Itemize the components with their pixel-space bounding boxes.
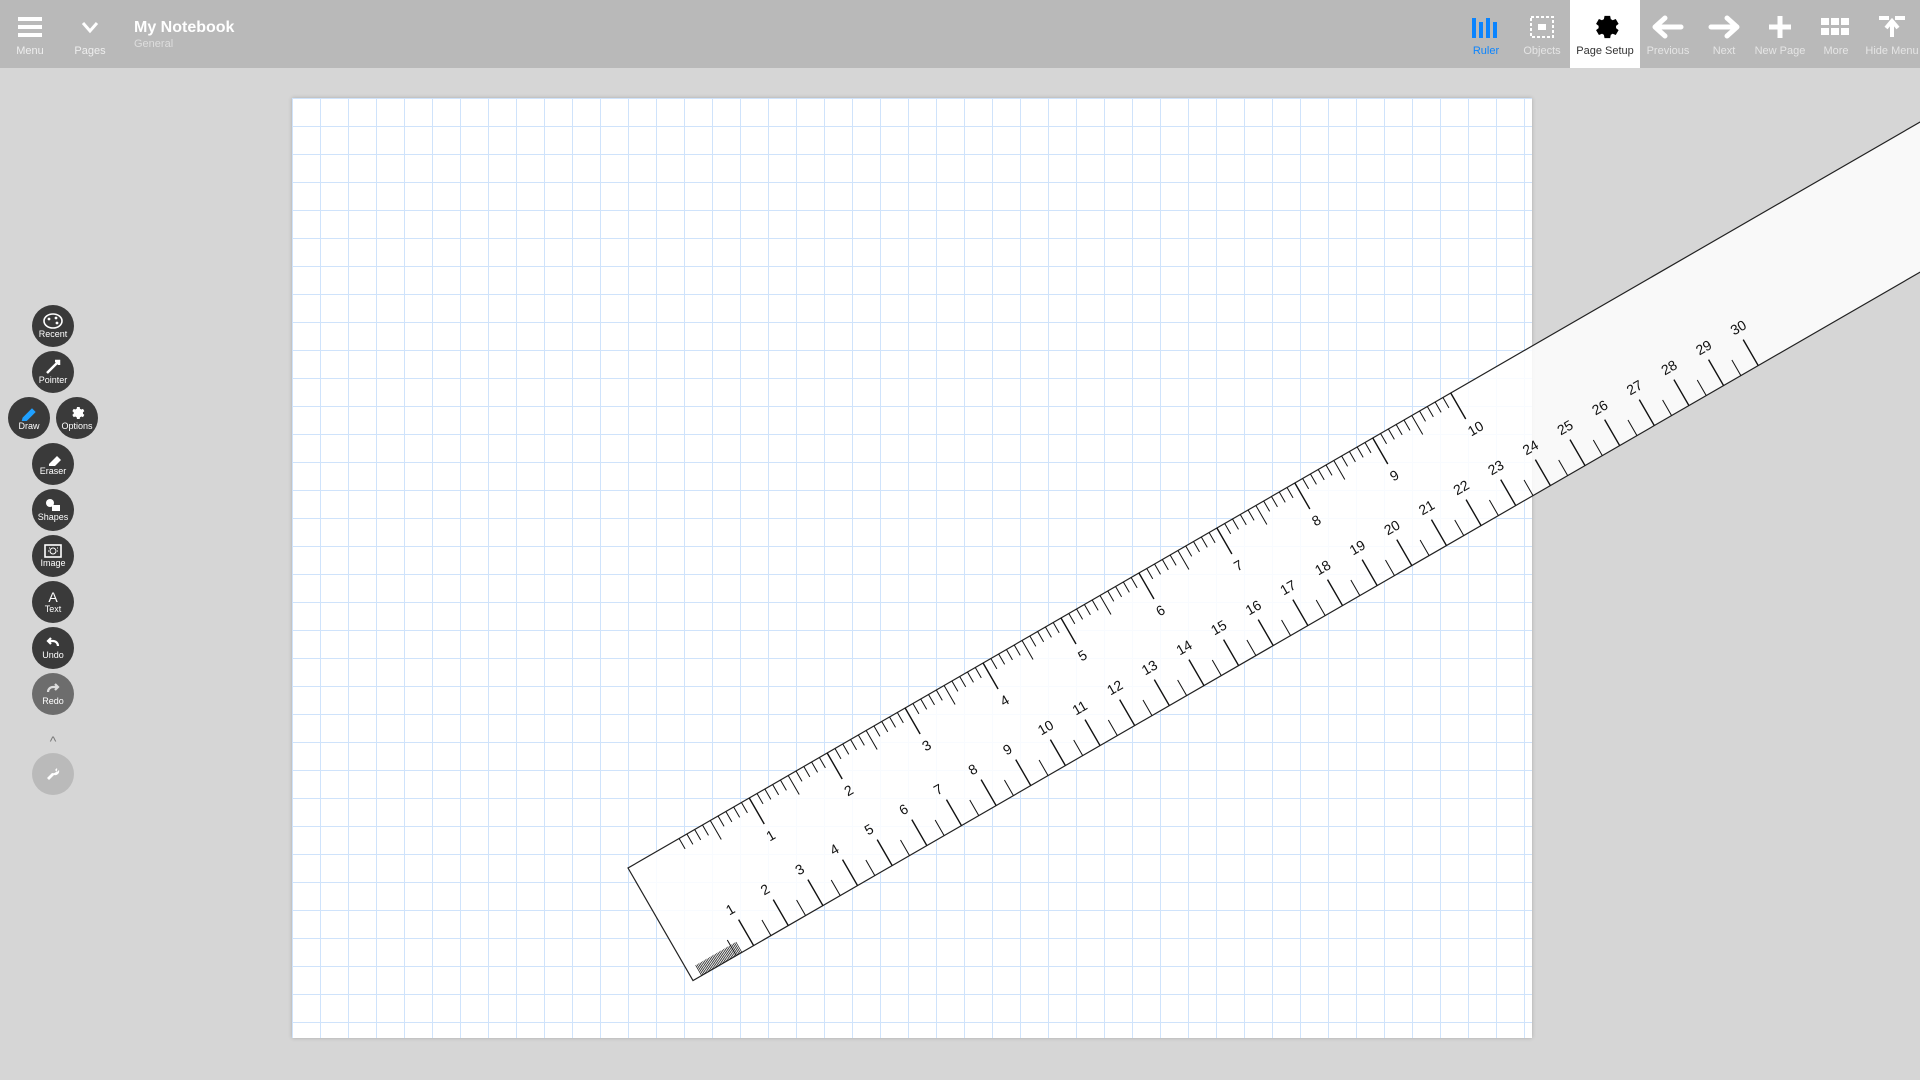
text-tool[interactable]: A Text	[32, 581, 74, 623]
menu-button[interactable]: Menu	[0, 0, 60, 68]
drawn-strokes	[292, 98, 592, 248]
draw-tool[interactable]: Draw	[8, 397, 50, 439]
menu-label: Menu	[16, 45, 44, 57]
notebook-title: My Notebook	[134, 19, 234, 37]
pencil-icon	[20, 405, 38, 421]
shapes-label: Shapes	[38, 512, 69, 522]
pointer-icon	[44, 359, 62, 375]
new-page-label: New Page	[1755, 45, 1806, 57]
chevron-down-icon	[79, 11, 101, 43]
eraser-label: Eraser	[40, 466, 67, 476]
undo-label: Undo	[42, 650, 64, 660]
undo-icon	[44, 636, 62, 650]
arrow-left-icon	[1651, 11, 1685, 43]
shapes-tool[interactable]: Shapes	[32, 489, 74, 531]
page-setup-button[interactable]: Page Setup	[1570, 0, 1640, 68]
text-label: Text	[45, 604, 62, 614]
text-icon: A	[44, 590, 62, 604]
previous-label: Previous	[1647, 45, 1690, 57]
pages-label: Pages	[74, 45, 105, 57]
redo-label: Redo	[42, 696, 64, 706]
tool-palette: Recent Pointer Draw Options Eraser Shape…	[8, 305, 98, 795]
new-page-button[interactable]: New Page	[1752, 0, 1808, 68]
canvas-area	[232, 68, 1920, 1080]
redo-tool[interactable]: Redo	[32, 673, 74, 715]
objects-icon	[1528, 11, 1556, 43]
notebook-subtitle: General	[134, 38, 234, 50]
hide-menu-button[interactable]: Hide Menu	[1864, 0, 1920, 68]
gear-icon	[68, 405, 86, 421]
page-setup-label: Page Setup	[1576, 45, 1634, 57]
options-label: Options	[61, 421, 92, 431]
pointer-tool[interactable]: Pointer	[32, 351, 74, 393]
pointer-label: Pointer	[39, 375, 68, 385]
next-button[interactable]: Next	[1696, 0, 1752, 68]
top-bar: Menu Pages My Notebook General Ruler Obj…	[0, 0, 1920, 68]
collapse-up-icon	[1877, 11, 1907, 43]
objects-button[interactable]: Objects	[1514, 0, 1570, 68]
image-tool[interactable]: Image	[32, 535, 74, 577]
more-button[interactable]: More	[1808, 0, 1864, 68]
plus-icon	[1766, 11, 1794, 43]
undo-tool[interactable]: Undo	[32, 627, 74, 669]
ruler-label: Ruler	[1473, 45, 1499, 57]
gear-icon	[1591, 11, 1619, 43]
palette-icon	[43, 313, 63, 329]
more-label: More	[1823, 45, 1848, 57]
shapes-icon	[44, 498, 62, 512]
next-label: Next	[1713, 45, 1736, 57]
hamburger-icon	[16, 11, 44, 43]
svg-text:A: A	[48, 590, 58, 604]
image-label: Image	[40, 558, 65, 568]
objects-label: Objects	[1523, 45, 1560, 57]
expand-caret[interactable]: ^	[50, 733, 57, 749]
settings-tool[interactable]	[32, 753, 74, 795]
eraser-tool[interactable]: Eraser	[32, 443, 74, 485]
arrow-right-icon	[1707, 11, 1741, 43]
ruler-button[interactable]: Ruler	[1458, 0, 1514, 68]
notebook-title-block: My Notebook General	[120, 0, 234, 68]
wrench-icon	[43, 764, 63, 784]
pages-button[interactable]: Pages	[60, 0, 120, 68]
eraser-icon	[44, 452, 62, 466]
ruler-icon	[1471, 11, 1501, 43]
more-grid-icon	[1821, 11, 1851, 43]
draw-label: Draw	[18, 421, 39, 431]
recent-label: Recent	[39, 329, 68, 339]
image-icon	[44, 544, 62, 558]
notebook-page[interactable]	[292, 98, 1532, 1038]
hide-menu-label: Hide Menu	[1865, 45, 1918, 57]
redo-icon	[44, 682, 62, 696]
previous-button[interactable]: Previous	[1640, 0, 1696, 68]
draw-options[interactable]: Options	[56, 397, 98, 439]
recent-tool[interactable]: Recent	[32, 305, 74, 347]
